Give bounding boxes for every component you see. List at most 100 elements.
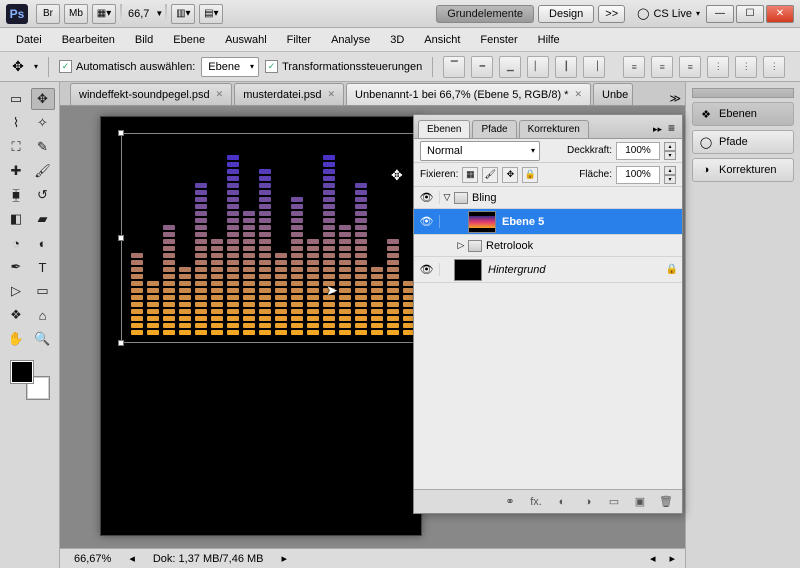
menu-ansicht[interactable]: Ansicht	[414, 31, 470, 49]
distribute-5[interactable]: ⋮	[735, 56, 757, 78]
bridge-button[interactable]: Br	[36, 4, 60, 24]
zoom-dropdown-icon[interactable]: ▼	[155, 9, 163, 18]
handle-w[interactable]	[118, 235, 124, 241]
close-icon[interactable]: ✕	[574, 89, 582, 100]
tool-magic-wand[interactable]: ✧	[31, 112, 55, 134]
tool-eraser[interactable]: ◧	[4, 208, 28, 230]
align-5[interactable]: ┃	[555, 56, 577, 78]
doctab-3[interactable]: Unbenannt-1 bei 66,7% (Ebene 5, RGB/8) *…	[346, 83, 591, 105]
lock-all[interactable]: 🔒	[522, 167, 538, 183]
tool-shape[interactable]: ▭	[31, 280, 55, 302]
align-2[interactable]: ━	[471, 56, 493, 78]
dock-drag-handle[interactable]	[692, 88, 794, 98]
tool-dodge[interactable]: ◐	[31, 232, 55, 254]
status-docinfo[interactable]: Dok: 1,37 MB/7,46 MB	[149, 552, 268, 566]
close-icon[interactable]: ✕	[327, 89, 335, 100]
fill-value[interactable]: 100%	[616, 166, 660, 184]
menu-bearbeiten[interactable]: Bearbeiten	[52, 31, 125, 49]
distribute-2[interactable]: ≡	[651, 56, 673, 78]
fill-stepper[interactable]: ▴▾	[664, 166, 676, 184]
tool-type[interactable]: T	[31, 256, 55, 278]
autoselect-target-dropdown[interactable]: Ebene	[201, 57, 259, 77]
align-6[interactable]: ▕	[583, 56, 605, 78]
cslive-button[interactable]: ◯ CS Live▾	[637, 7, 700, 20]
tool-hand[interactable]: ✋	[4, 328, 28, 350]
align-3[interactable]: ▁	[499, 56, 521, 78]
tool-pen[interactable]: ✒	[4, 256, 28, 278]
tool-gradient[interactable]: ▰	[31, 208, 55, 230]
status-scroll-right-icon[interactable]: ▸	[669, 552, 675, 565]
new-group-icon[interactable]: ▭	[604, 493, 624, 511]
menu-auswahl[interactable]: Auswahl	[215, 31, 277, 49]
distribute-1[interactable]: ≡	[623, 56, 645, 78]
status-nav-left-icon[interactable]: ◂	[129, 552, 135, 565]
minibridge-button[interactable]: Mb	[64, 4, 88, 24]
tool-preset-dropdown[interactable]: ▾	[34, 62, 38, 71]
eye-icon[interactable]: 👁	[414, 263, 440, 276]
canvas[interactable]: ✥ ➤	[100, 116, 422, 536]
handle-sw[interactable]	[118, 340, 124, 346]
layer-hintergrund[interactable]: 👁 Hintergrund 🔒	[414, 257, 682, 283]
panel-menu-icon[interactable]: ≡	[665, 118, 678, 138]
zoom-value[interactable]: 66,7	[128, 8, 149, 20]
tool-zoom[interactable]: 🔍	[31, 328, 55, 350]
close-icon[interactable]: ✕	[216, 89, 224, 100]
lock-position[interactable]: ✥	[502, 167, 518, 183]
tool-eyedropper[interactable]: ✎	[31, 136, 55, 158]
status-info-dropdown-icon[interactable]: ▸	[282, 552, 288, 565]
distribute-4[interactable]: ⋮	[707, 56, 729, 78]
lock-pixels[interactable]: 🖌	[482, 167, 498, 183]
tool-heal[interactable]: ✚	[4, 160, 28, 182]
doctab-2[interactable]: musterdatei.psd✕	[234, 83, 344, 105]
tool-blur[interactable]: ◔	[4, 232, 28, 254]
lock-transparent[interactable]: ▦	[462, 167, 478, 183]
adjustment-icon[interactable]: ◑	[578, 493, 598, 511]
trash-icon[interactable]: 🗑	[656, 493, 676, 511]
autoselect-checkbox[interactable]: ✓Automatisch auswählen:	[59, 60, 195, 73]
view-extra-1[interactable]: ▥▾	[171, 4, 195, 24]
window-close[interactable]: ✕	[766, 5, 794, 23]
transform-box[interactable]	[121, 133, 421, 343]
doctab-1[interactable]: windeffekt-soundpegel.psd✕	[70, 83, 232, 105]
tool-3d[interactable]: ❖	[4, 304, 28, 326]
layer-ebene-5[interactable]: 👁 Ebene 5	[414, 209, 682, 235]
menu-hilfe[interactable]: Hilfe	[528, 31, 570, 49]
transform-controls-checkbox[interactable]: ✓Transformationssteuerungen	[265, 60, 422, 73]
tool-crop[interactable]: ⛶	[4, 136, 28, 158]
layer-group-retrolook[interactable]: ▷ Retrolook	[414, 235, 682, 257]
tool-brush[interactable]: 🖌	[31, 160, 55, 182]
layers-panel[interactable]: Ebenen Pfade Korrekturen ▸▸ ≡ Normal Dec…	[413, 114, 683, 514]
workspace-more[interactable]: >>	[598, 5, 625, 23]
tool-move[interactable]: ✥	[31, 88, 55, 110]
view-extra-2[interactable]: ▤▾	[199, 4, 223, 24]
fx-icon[interactable]: fx.	[526, 493, 546, 511]
opacity-stepper[interactable]: ▴▾	[664, 142, 676, 160]
tool-history[interactable]: ↺	[31, 184, 55, 206]
menu-bild[interactable]: Bild	[125, 31, 163, 49]
color-swatches[interactable]	[10, 360, 50, 400]
panel-tab-pfade[interactable]: Pfade	[472, 120, 516, 138]
distribute-3[interactable]: ≡	[679, 56, 701, 78]
workspace-grundelemente[interactable]: Grundelemente	[436, 5, 534, 23]
status-zoom[interactable]: 66,67%	[70, 552, 115, 566]
layer-thumbnail[interactable]	[468, 211, 496, 233]
doctab-4[interactable]: Unbe	[593, 83, 633, 105]
tool-path-select[interactable]: ▷	[4, 280, 28, 302]
window-minimize[interactable]: —	[706, 5, 734, 23]
tool-stamp[interactable]: ⧯	[4, 184, 28, 206]
status-scroll-left-icon[interactable]: ◂	[650, 552, 656, 565]
layer-group-bling[interactable]: 👁 ▽ Bling	[414, 187, 682, 209]
link-layers-icon[interactable]: ⚭	[500, 493, 520, 511]
opacity-value[interactable]: 100%	[616, 142, 660, 160]
workspace-design[interactable]: Design	[538, 5, 594, 23]
blend-mode-dropdown[interactable]: Normal	[420, 141, 540, 161]
mask-icon[interactable]: ◐	[552, 493, 572, 511]
tool-3d-cam[interactable]: ⌂	[31, 304, 55, 326]
panel-collapse-icon[interactable]: ▸▸	[650, 121, 665, 138]
menu-ebene[interactable]: Ebene	[163, 31, 215, 49]
tab-scroll-right-icon[interactable]: ≫	[669, 92, 681, 105]
new-layer-icon[interactable]: ▣	[630, 493, 650, 511]
panel-tab-korrekturen[interactable]: Korrekturen	[519, 120, 589, 138]
panel-tab-ebenen[interactable]: Ebenen	[418, 120, 470, 138]
group-collapse-icon[interactable]: ▽	[440, 192, 454, 203]
